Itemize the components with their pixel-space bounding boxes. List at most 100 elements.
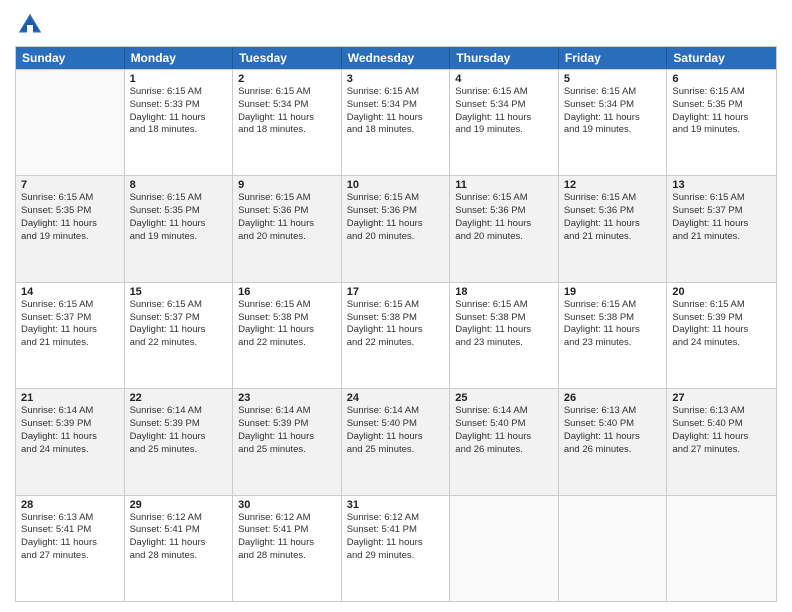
day-number: 11 xyxy=(455,179,553,191)
calendar-body: 1Sunrise: 6:15 AM Sunset: 5:33 PM Daylig… xyxy=(16,69,776,601)
day-info: Sunrise: 6:14 AM Sunset: 5:40 PM Dayligh… xyxy=(347,405,445,456)
day-number: 5 xyxy=(564,73,662,85)
day-info: Sunrise: 6:14 AM Sunset: 5:40 PM Dayligh… xyxy=(455,405,553,456)
day-info: Sunrise: 6:15 AM Sunset: 5:36 PM Dayligh… xyxy=(455,192,553,243)
cal-week-5: 28Sunrise: 6:13 AM Sunset: 5:41 PM Dayli… xyxy=(16,495,776,601)
day-number: 1 xyxy=(130,73,228,85)
day-number: 12 xyxy=(564,179,662,191)
cal-cell: 3Sunrise: 6:15 AM Sunset: 5:34 PM Daylig… xyxy=(342,70,451,175)
day-info: Sunrise: 6:15 AM Sunset: 5:39 PM Dayligh… xyxy=(672,299,771,350)
cal-cell: 31Sunrise: 6:12 AM Sunset: 5:41 PM Dayli… xyxy=(342,496,451,601)
cal-cell: 22Sunrise: 6:14 AM Sunset: 5:39 PM Dayli… xyxy=(125,389,234,494)
cal-cell: 13Sunrise: 6:15 AM Sunset: 5:37 PM Dayli… xyxy=(667,176,776,281)
logo xyxy=(15,10,49,40)
day-number: 6 xyxy=(672,73,771,85)
day-info: Sunrise: 6:15 AM Sunset: 5:38 PM Dayligh… xyxy=(455,299,553,350)
cal-cell: 1Sunrise: 6:15 AM Sunset: 5:33 PM Daylig… xyxy=(125,70,234,175)
day-number: 26 xyxy=(564,392,662,404)
day-number: 31 xyxy=(347,499,445,511)
cal-cell: 11Sunrise: 6:15 AM Sunset: 5:36 PM Dayli… xyxy=(450,176,559,281)
day-number: 19 xyxy=(564,286,662,298)
cal-cell: 7Sunrise: 6:15 AM Sunset: 5:35 PM Daylig… xyxy=(16,176,125,281)
cal-cell: 17Sunrise: 6:15 AM Sunset: 5:38 PM Dayli… xyxy=(342,283,451,388)
cal-cell: 4Sunrise: 6:15 AM Sunset: 5:34 PM Daylig… xyxy=(450,70,559,175)
day-number: 4 xyxy=(455,73,553,85)
cal-cell: 28Sunrise: 6:13 AM Sunset: 5:41 PM Dayli… xyxy=(16,496,125,601)
day-number: 9 xyxy=(238,179,336,191)
cal-cell: 30Sunrise: 6:12 AM Sunset: 5:41 PM Dayli… xyxy=(233,496,342,601)
calendar: SundayMondayTuesdayWednesdayThursdayFrid… xyxy=(15,46,777,602)
cal-cell: 5Sunrise: 6:15 AM Sunset: 5:34 PM Daylig… xyxy=(559,70,668,175)
day-info: Sunrise: 6:15 AM Sunset: 5:36 PM Dayligh… xyxy=(564,192,662,243)
day-info: Sunrise: 6:15 AM Sunset: 5:38 PM Dayligh… xyxy=(347,299,445,350)
day-number: 20 xyxy=(672,286,771,298)
day-info: Sunrise: 6:13 AM Sunset: 5:40 PM Dayligh… xyxy=(564,405,662,456)
day-number: 24 xyxy=(347,392,445,404)
day-number: 25 xyxy=(455,392,553,404)
day-info: Sunrise: 6:12 AM Sunset: 5:41 PM Dayligh… xyxy=(347,512,445,563)
day-number: 29 xyxy=(130,499,228,511)
day-number: 22 xyxy=(130,392,228,404)
day-info: Sunrise: 6:15 AM Sunset: 5:35 PM Dayligh… xyxy=(130,192,228,243)
day-info: Sunrise: 6:15 AM Sunset: 5:37 PM Dayligh… xyxy=(130,299,228,350)
cal-cell: 10Sunrise: 6:15 AM Sunset: 5:36 PM Dayli… xyxy=(342,176,451,281)
cal-cell: 21Sunrise: 6:14 AM Sunset: 5:39 PM Dayli… xyxy=(16,389,125,494)
cal-week-4: 21Sunrise: 6:14 AM Sunset: 5:39 PM Dayli… xyxy=(16,388,776,494)
cal-cell xyxy=(559,496,668,601)
cal-cell: 20Sunrise: 6:15 AM Sunset: 5:39 PM Dayli… xyxy=(667,283,776,388)
day-number: 7 xyxy=(21,179,119,191)
cal-cell: 12Sunrise: 6:15 AM Sunset: 5:36 PM Dayli… xyxy=(559,176,668,281)
day-info: Sunrise: 6:15 AM Sunset: 5:34 PM Dayligh… xyxy=(455,86,553,137)
day-number: 14 xyxy=(21,286,119,298)
header-day-monday: Monday xyxy=(125,47,234,69)
cal-cell: 18Sunrise: 6:15 AM Sunset: 5:38 PM Dayli… xyxy=(450,283,559,388)
cal-cell: 27Sunrise: 6:13 AM Sunset: 5:40 PM Dayli… xyxy=(667,389,776,494)
day-number: 28 xyxy=(21,499,119,511)
day-info: Sunrise: 6:12 AM Sunset: 5:41 PM Dayligh… xyxy=(238,512,336,563)
day-number: 2 xyxy=(238,73,336,85)
day-info: Sunrise: 6:14 AM Sunset: 5:39 PM Dayligh… xyxy=(130,405,228,456)
header-day-wednesday: Wednesday xyxy=(342,47,451,69)
day-number: 23 xyxy=(238,392,336,404)
day-number: 18 xyxy=(455,286,553,298)
cal-cell: 23Sunrise: 6:14 AM Sunset: 5:39 PM Dayli… xyxy=(233,389,342,494)
header-day-saturday: Saturday xyxy=(667,47,776,69)
cal-cell: 6Sunrise: 6:15 AM Sunset: 5:35 PM Daylig… xyxy=(667,70,776,175)
calendar-header: SundayMondayTuesdayWednesdayThursdayFrid… xyxy=(16,47,776,69)
day-info: Sunrise: 6:14 AM Sunset: 5:39 PM Dayligh… xyxy=(21,405,119,456)
day-info: Sunrise: 6:15 AM Sunset: 5:37 PM Dayligh… xyxy=(672,192,771,243)
day-info: Sunrise: 6:15 AM Sunset: 5:34 PM Dayligh… xyxy=(238,86,336,137)
day-info: Sunrise: 6:15 AM Sunset: 5:34 PM Dayligh… xyxy=(347,86,445,137)
cal-cell: 15Sunrise: 6:15 AM Sunset: 5:37 PM Dayli… xyxy=(125,283,234,388)
cal-week-2: 7 Sunrise: 6:15 AM Sunset: 5:35 PM Daylig… xyxy=(16,175,776,281)
day-number: 17 xyxy=(347,286,445,298)
day-info: Sunrise: 6:15 AM Sunset: 5:38 PM Dayligh… xyxy=(564,299,662,350)
cal-cell: 25Sunrise: 6:14 AM Sunset: 5:40 PM Dayli… xyxy=(450,389,559,494)
day-info: Sunrise: 6:15 AM Sunset: 5:38 PM Dayligh… xyxy=(238,299,336,350)
header xyxy=(15,10,777,40)
day-number: 13 xyxy=(672,179,771,191)
day-info: Sunrise: 6:15 AM Sunset: 5:35 PM Dayligh… xyxy=(672,86,771,137)
cal-week-1: 1Sunrise: 6:15 AM Sunset: 5:33 PM Daylig… xyxy=(16,69,776,175)
day-info: Sunrise: 6:12 AM Sunset: 5:41 PM Dayligh… xyxy=(130,512,228,563)
day-number: 27 xyxy=(672,392,771,404)
day-info: Sunrise: 6:15 AM Sunset: 5:37 PM Dayligh… xyxy=(21,299,119,350)
cal-cell xyxy=(450,496,559,601)
day-number: 3 xyxy=(347,73,445,85)
day-info: Sunrise: 6:13 AM Sunset: 5:41 PM Dayligh… xyxy=(21,512,119,563)
cal-cell: 19Sunrise: 6:15 AM Sunset: 5:38 PM Dayli… xyxy=(559,283,668,388)
page: SundayMondayTuesdayWednesdayThursdayFrid… xyxy=(0,0,792,612)
cal-cell: 14Sunrise: 6:15 AM Sunset: 5:37 PM Dayli… xyxy=(16,283,125,388)
day-info: Sunrise: 6:15 AM Sunset: 5:36 PM Dayligh… xyxy=(347,192,445,243)
cal-cell: 9Sunrise: 6:15 AM Sunset: 5:36 PM Daylig… xyxy=(233,176,342,281)
logo-icon xyxy=(15,10,45,40)
cal-week-3: 14Sunrise: 6:15 AM Sunset: 5:37 PM Dayli… xyxy=(16,282,776,388)
cal-cell: 24Sunrise: 6:14 AM Sunset: 5:40 PM Dayli… xyxy=(342,389,451,494)
day-number: 21 xyxy=(21,392,119,404)
day-info: Sunrise: 6:15 AM Sunset: 5:36 PM Dayligh… xyxy=(238,192,336,243)
cal-cell xyxy=(16,70,125,175)
cal-cell: 2Sunrise: 6:15 AM Sunset: 5:34 PM Daylig… xyxy=(233,70,342,175)
day-info: Sunrise: 6:14 AM Sunset: 5:39 PM Dayligh… xyxy=(238,405,336,456)
cal-cell: 16Sunrise: 6:15 AM Sunset: 5:38 PM Dayli… xyxy=(233,283,342,388)
day-number: 16 xyxy=(238,286,336,298)
